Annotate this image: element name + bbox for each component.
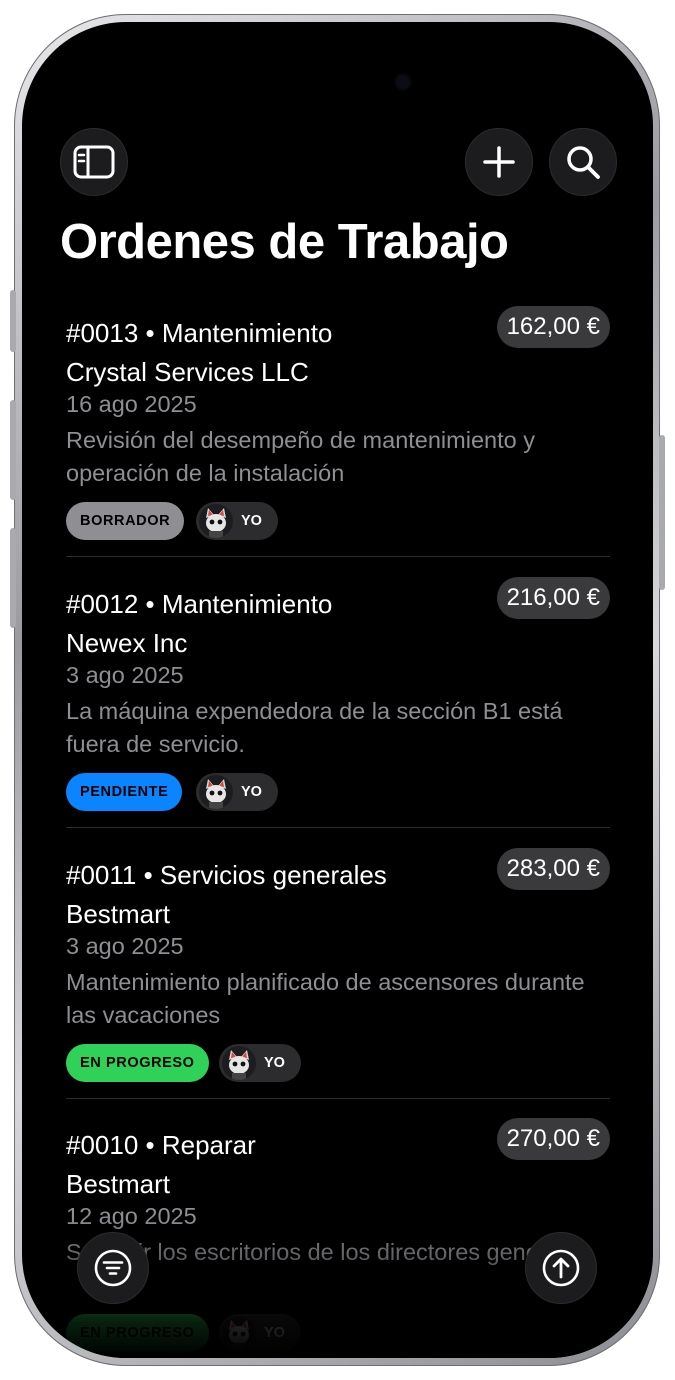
status-badge: EN PROGRESO [66, 1044, 209, 1082]
assignee-label: YO [264, 1325, 285, 1341]
search-button[interactable] [549, 128, 617, 196]
status-badge: BORRADOR [66, 502, 185, 540]
order-heading: #0013 • Mantenimiento [66, 318, 333, 348]
divider [66, 827, 610, 828]
filter-button[interactable] [77, 1232, 149, 1304]
order-description: Mantenimiento planificado de ascensores … [66, 969, 585, 1028]
order-description: Revisión del desempeño de mantenimiento … [66, 427, 535, 486]
cat-avatar-icon [229, 1050, 249, 1080]
phone-action-button [10, 290, 16, 352]
front-camera [396, 75, 410, 89]
cat-avatar-icon [206, 779, 226, 809]
assignee-label: YO [241, 513, 262, 529]
sidebar-button[interactable] [60, 128, 128, 196]
filter-icon [94, 1249, 132, 1287]
order-client: Crystal Services LLC [66, 357, 309, 387]
plus-icon [483, 146, 515, 178]
avatar [222, 1046, 256, 1080]
app-screen: Ordenes de Trabajo #0013 • Mantenimiento… [22, 22, 653, 1358]
order-client: Newex Inc [66, 628, 188, 658]
avatar [199, 775, 233, 809]
arrow-up-circle-icon [542, 1249, 580, 1287]
order-price: 216,00 € [496, 577, 610, 619]
order-date: 16 ago 2025 [66, 391, 197, 417]
avatar [199, 504, 233, 538]
phone-power-button [659, 435, 665, 590]
assignee-label: YO [264, 1055, 285, 1071]
assignee-label: YO [241, 784, 262, 800]
cat-avatar-icon [229, 1320, 249, 1350]
sidebar-icon [73, 145, 115, 179]
assignee-chip: YO [219, 1314, 301, 1352]
phone-volume-up [10, 400, 16, 500]
order-price: 283,00 € [496, 848, 610, 890]
status-badge: PENDIENTE [66, 773, 183, 811]
add-order-button[interactable] [465, 128, 533, 196]
order-date: 12 ago 2025 [66, 1203, 197, 1229]
order-client: Bestmart [66, 1169, 171, 1199]
divider [66, 556, 610, 557]
page-title: Ordenes de Trabajo [60, 215, 509, 269]
order-date: 3 ago 2025 [66, 662, 184, 688]
order-date: 3 ago 2025 [66, 933, 184, 959]
status-badge: EN PROGRESO [66, 1314, 209, 1352]
order-price: 270,00 € [496, 1118, 610, 1160]
order-price: 162,00 € [496, 306, 610, 348]
order-heading: #0010 • Reparar [66, 1130, 256, 1160]
order-description: La máquina expendedora de la sección B1 … [66, 698, 563, 757]
assignee-chip: YO [219, 1044, 301, 1082]
assignee-chip: YO [196, 502, 278, 540]
phone-volume-down [10, 528, 16, 628]
order-heading: #0011 • Servicios generales [66, 860, 387, 890]
scroll-to-top-button[interactable] [525, 1232, 597, 1304]
order-client: Bestmart [66, 899, 171, 929]
cat-avatar-icon [206, 508, 226, 538]
divider [66, 1098, 610, 1099]
avatar [222, 1316, 256, 1350]
assignee-chip: YO [196, 773, 278, 811]
search-icon [567, 146, 600, 179]
order-heading: #0012 • Mantenimiento [66, 589, 333, 619]
